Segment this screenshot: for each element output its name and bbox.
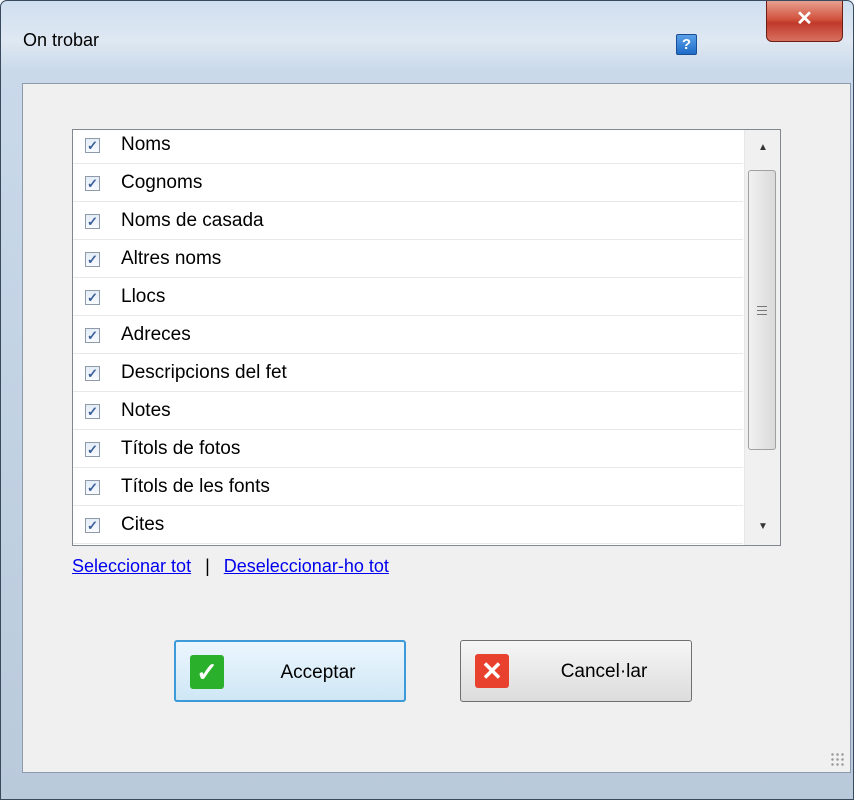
checkbox[interactable]: ✓ [85,442,100,457]
checkbox[interactable]: ✓ [85,404,100,419]
scroll-down-arrow-icon[interactable]: ▼ [745,509,780,545]
list-item-label: Noms de casada [121,210,264,231]
list-item-label: Notes [121,400,171,421]
scroll-thumb[interactable] [748,170,776,450]
list-item-label: Títols de les fonts [121,476,270,497]
checkmark-icon: ✓ [87,442,98,457]
list-item-label: Altres noms [121,248,222,269]
accept-button[interactable]: ✓ Acceptar [174,640,406,702]
checkbox[interactable]: ✓ [85,290,100,305]
cancel-x-icon: ✕ [475,654,509,688]
checkbox[interactable]: ✓ [85,214,100,229]
checkbox[interactable]: ✓ [85,480,100,495]
checkmark-icon: ✓ [87,518,98,533]
checkbox[interactable]: ✓ [85,176,100,191]
grip-line [757,314,767,315]
list-item[interactable]: ✓ Noms de casada [73,202,743,240]
grip-line [757,310,767,311]
grip-line [757,306,767,307]
list-item[interactable]: ✓ Cognoms [73,164,743,202]
checkmark-icon: ✓ [87,480,98,495]
list-item[interactable]: ✓ Noms [73,130,743,164]
checkmark-icon: ✓ [190,655,224,689]
list-item-label: Descripcions del fet [121,362,287,383]
search-fields-list[interactable]: ✓ Noms ✓ Cognoms ✓ Noms de casada ✓ Altres noms… [72,129,781,546]
list-item[interactable]: ✓ Descripcions del fet [73,354,743,392]
selection-links: Seleccionar tot | Deseleccionar-ho tot [72,556,389,577]
cancel-button-label: Cancel·lar [560,661,648,682]
checkmark-icon: ✓ [87,176,98,191]
checkbox[interactable]: ✓ [85,138,100,153]
checkmark-icon: ✓ [87,328,98,343]
scroll-up-arrow-icon[interactable]: ▲ [745,130,780,166]
checkmark-icon: ✓ [87,404,98,419]
list-item-label: Llocs [121,286,166,307]
list-item-label: Cognoms [121,172,203,193]
list-item[interactable]: ✓ Adreces [73,316,743,354]
help-icon[interactable]: ? [676,34,697,55]
list-item-label: Títols de fotos [121,438,241,459]
close-button[interactable]: ✕ [766,1,843,42]
close-icon: ✕ [796,8,813,30]
select-all-link[interactable]: Seleccionar tot [72,556,191,576]
deselect-all-link[interactable]: Deseleccionar-ho tot [224,556,389,576]
list-item[interactable]: ✓ Títols de fotos [73,430,743,468]
checkmark-icon: ✓ [87,366,98,381]
list-item[interactable]: ✓ Títols de les fonts [73,468,743,506]
checkmark-icon: ✓ [87,138,98,153]
vertical-scrollbar[interactable]: ▲ ▼ [744,130,780,545]
checkbox[interactable]: ✓ [85,252,100,267]
checkbox[interactable]: ✓ [85,328,100,343]
dialog-title: On trobar [23,30,100,50]
checkbox[interactable]: ✓ [85,366,100,381]
checkmark-icon: ✓ [87,214,98,229]
cancel-button[interactable]: ✕ Cancel·lar [460,640,692,702]
list-item-label: Adreces [121,324,191,345]
resize-grip-icon[interactable] [830,752,844,766]
list-item-label: Cites [121,514,165,535]
list-item-label: Noms [121,134,171,155]
list-item[interactable]: ✓ Altres noms [73,240,743,278]
accept-button-label: Acceptar [280,662,356,683]
list-item[interactable]: ✓ Cites [73,506,743,544]
list-item[interactable]: ✓ Llocs [73,278,743,316]
checkmark-icon: ✓ [87,290,98,305]
link-separator: | [205,556,210,576]
checkbox[interactable]: ✓ [85,518,100,533]
checkmark-icon: ✓ [87,252,98,267]
list-item[interactable]: ✓ Notes [73,392,743,430]
